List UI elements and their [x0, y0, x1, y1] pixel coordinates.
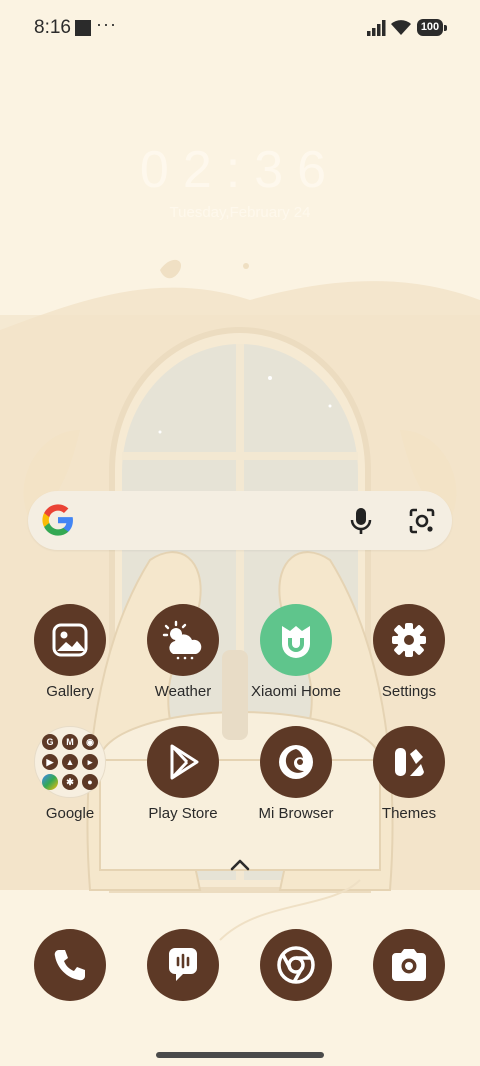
app-weather[interactable]: Weather	[128, 604, 238, 700]
dock-camera[interactable]	[354, 929, 464, 1001]
app-label-mi-browser: Mi Browser	[258, 805, 334, 822]
dock-phone[interactable]	[15, 929, 125, 1001]
app-gallery[interactable]: Gallery	[15, 604, 125, 700]
app-drawer-chevron-up-icon[interactable]	[229, 858, 251, 872]
youtube-mini-icon: ▶	[42, 754, 58, 770]
app-label-google: Google	[45, 805, 95, 822]
xiaomi-home-icon	[260, 604, 332, 676]
camera-icon	[373, 929, 445, 1001]
weather-icon	[147, 604, 219, 676]
browser-icon	[260, 726, 332, 798]
maps-mini-icon: ◉	[82, 734, 98, 750]
battery-indicator: 100	[417, 19, 447, 36]
drive-mini-icon: ▲	[62, 754, 78, 770]
google-folder-icon: G M ◉ ▶ ▲ ▸ ✱ ●	[34, 726, 106, 798]
gear-icon	[373, 604, 445, 676]
clock-date: Tuesday,February 24	[169, 204, 311, 221]
dock-chrome[interactable]	[241, 929, 351, 1001]
dock-messages[interactable]	[128, 929, 238, 1001]
gmail-mini-icon: M	[62, 734, 78, 750]
app-xiaomi-home[interactable]: Xiaomi Home	[241, 604, 351, 700]
app-settings[interactable]: Settings	[354, 604, 464, 700]
themes-icon	[373, 726, 445, 798]
app-label-xiaomi-home: Xiaomi Home	[250, 683, 342, 700]
photos-mini-icon: ✱	[62, 774, 78, 790]
app-label-weather: Weather	[154, 683, 212, 700]
google-logo-icon	[42, 504, 73, 536]
chrome-icon	[260, 929, 332, 1001]
app-label-themes: Themes	[381, 805, 437, 822]
app-mi-browser[interactable]: Mi Browser	[241, 726, 351, 822]
status-time: 8:16	[34, 17, 71, 38]
status-bar: 8:16 ··· 100	[0, 0, 480, 56]
messages-icon	[147, 929, 219, 1001]
google-search-bar[interactable]	[28, 491, 452, 550]
wifi-icon	[391, 20, 411, 35]
phone-icon	[34, 929, 106, 1001]
microphone-icon[interactable]	[349, 507, 373, 535]
play-mini-icon: ▸	[82, 754, 98, 770]
contacts-mini-icon: ●	[82, 774, 98, 790]
app-themes[interactable]: Themes	[354, 726, 464, 822]
play-store-icon	[147, 726, 219, 798]
app-label-gallery: Gallery	[46, 683, 94, 700]
app-label-settings: Settings	[381, 683, 437, 700]
google-lens-icon[interactable]	[408, 507, 436, 535]
app-label-play-store: Play Store	[148, 805, 218, 822]
meet-mini-icon	[42, 774, 58, 790]
notification-square-icon	[75, 20, 91, 36]
cellular-signal-icon	[367, 20, 386, 36]
app-google-folder[interactable]: G M ◉ ▶ ▲ ▸ ✱ ● Google	[15, 726, 125, 822]
gesture-navigation-bar[interactable]	[156, 1052, 324, 1058]
gallery-icon	[34, 604, 106, 676]
more-notifications-indicator: ···	[96, 14, 117, 34]
clock-time: 02:36	[139, 141, 341, 199]
gmail-mini-icon: G	[42, 734, 58, 750]
app-play-store[interactable]: Play Store	[128, 726, 238, 822]
